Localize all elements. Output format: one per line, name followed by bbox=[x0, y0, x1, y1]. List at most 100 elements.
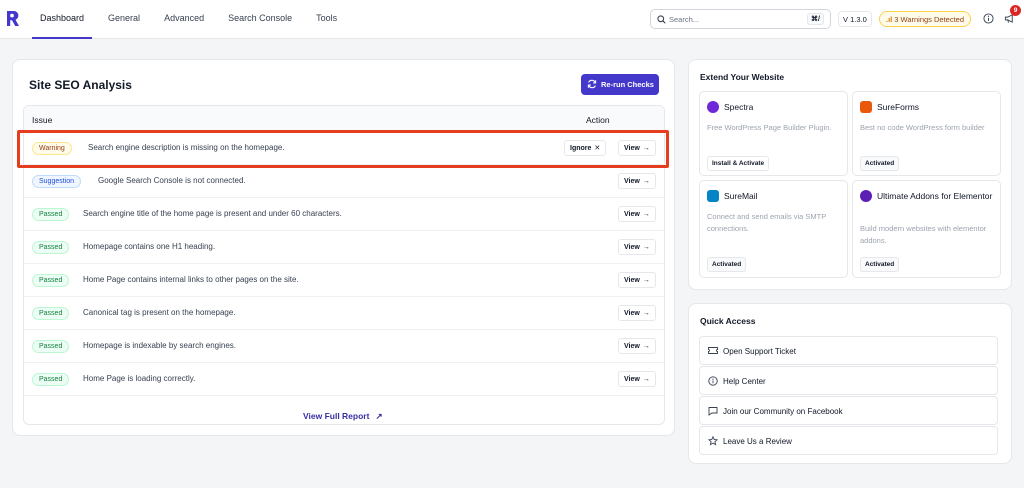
chat-bubble-icon bbox=[708, 407, 718, 416]
status-badge: Passed bbox=[32, 340, 70, 353]
table-row: Passed Search engine title of the home p… bbox=[24, 198, 664, 231]
plugin-card-sureforms: SureForms Best no code WordPress form bu… bbox=[852, 91, 1001, 176]
table-row: Passed Home Page is loading correctly. V… bbox=[24, 363, 664, 396]
view-label: View bbox=[624, 211, 640, 218]
extend-website-title: Extend Your Website bbox=[700, 72, 785, 82]
top-navigation-bar: Dashboard General Advanced Search Consol… bbox=[0, 0, 1024, 39]
search-box[interactable]: ⌘/ bbox=[650, 9, 831, 29]
issue-text: Home Page contains internal links to oth… bbox=[83, 275, 299, 284]
tab-dashboard[interactable]: Dashboard bbox=[32, 0, 93, 39]
plugin-description: Connect and send emails via SMTP connect… bbox=[707, 212, 827, 233]
leave-review-link[interactable]: Leave Us a Review bbox=[699, 426, 998, 455]
site-seo-analysis-card: Site SEO Analysis Re-run Checks Issue Ac… bbox=[12, 59, 675, 436]
view-label: View bbox=[624, 310, 640, 317]
tab-search-console[interactable]: Search Console bbox=[220, 0, 300, 39]
tab-general[interactable]: General bbox=[100, 0, 148, 39]
arrow-right-icon: → bbox=[642, 376, 650, 383]
view-button[interactable]: View → bbox=[618, 239, 656, 255]
open-support-ticket-link[interactable]: Open Support Ticket bbox=[699, 336, 998, 365]
issue-text: Search engine title of the home page is … bbox=[83, 209, 342, 218]
plugin-name: SureMail bbox=[724, 191, 758, 201]
quick-access-label: Leave Us a Review bbox=[723, 437, 792, 446]
quick-access-card: Quick Access Open Support Ticket Help Ce… bbox=[688, 303, 1012, 464]
plugin-name: Spectra bbox=[724, 102, 754, 112]
plugin-card-suremail: SureMail Connect and send emails via SMT… bbox=[699, 180, 848, 278]
table-row: Passed Home Page contains internal links… bbox=[24, 264, 664, 297]
status-badge: Passed bbox=[32, 241, 70, 254]
table-row: Passed Canonical tag is present on the h… bbox=[24, 297, 664, 330]
view-button[interactable]: View → bbox=[618, 173, 656, 189]
highlight-box bbox=[17, 130, 669, 168]
status-badge: Passed bbox=[32, 274, 70, 287]
view-label: View bbox=[624, 244, 640, 251]
plugin-description: Free WordPress Page Builder Plugin. bbox=[707, 123, 832, 132]
rerun-checks-label: Re-run Checks bbox=[601, 80, 654, 89]
quick-access-label: Join our Community on Facebook bbox=[723, 407, 843, 416]
status-badge: Passed bbox=[32, 373, 70, 386]
search-input[interactable] bbox=[669, 12, 789, 26]
search-icon bbox=[657, 15, 666, 24]
activated-status: Activated bbox=[860, 156, 900, 171]
star-icon bbox=[708, 436, 718, 446]
sureforms-icon bbox=[860, 101, 872, 113]
install-activate-button[interactable]: Install & Activate bbox=[707, 156, 770, 171]
view-button[interactable]: View → bbox=[618, 206, 656, 222]
view-button[interactable]: View → bbox=[618, 371, 656, 387]
help-center-link[interactable]: Help Center bbox=[699, 366, 998, 395]
arrow-right-icon: → bbox=[642, 211, 650, 218]
view-button[interactable]: View → bbox=[618, 338, 656, 354]
community-facebook-link[interactable]: Join our Community on Facebook bbox=[699, 396, 998, 425]
extend-website-card: Extend Your Website Spectra Free WordPre… bbox=[688, 59, 1012, 290]
refresh-icon bbox=[587, 79, 597, 89]
view-label: View bbox=[624, 178, 640, 185]
page-title: Site SEO Analysis bbox=[29, 78, 132, 92]
view-label: View bbox=[624, 376, 640, 383]
issue-text: Homepage contains one H1 heading. bbox=[83, 242, 216, 251]
issue-text: Homepage is indexable by search engines. bbox=[83, 341, 236, 350]
quick-access-label: Open Support Ticket bbox=[723, 347, 796, 356]
column-header-issue: Issue bbox=[32, 115, 53, 125]
suremail-icon bbox=[707, 190, 719, 202]
activated-status: Activated bbox=[707, 257, 747, 272]
plugin-description: Build modern websites with elementor add… bbox=[860, 224, 987, 245]
view-button[interactable]: View → bbox=[618, 272, 656, 288]
arrow-right-icon: → bbox=[642, 310, 650, 317]
table-row: Passed Homepage is indexable by search e… bbox=[24, 330, 664, 363]
view-full-report-label: View Full Report bbox=[303, 411, 370, 421]
plugin-name: SureForms bbox=[877, 102, 920, 112]
info-icon[interactable] bbox=[983, 13, 994, 24]
view-label: View bbox=[624, 277, 640, 284]
view-button[interactable]: View → bbox=[618, 305, 656, 321]
tab-advanced[interactable]: Advanced bbox=[156, 0, 212, 39]
help-circle-icon bbox=[708, 376, 718, 386]
notification-count-badge: 9 bbox=[1010, 5, 1021, 16]
issue-text: Home Page is loading correctly. bbox=[83, 374, 196, 383]
plugin-description: Best no code WordPress form builder bbox=[860, 123, 985, 132]
tab-tools[interactable]: Tools bbox=[308, 0, 345, 39]
rerun-checks-button[interactable]: Re-run Checks bbox=[581, 74, 659, 95]
search-shortcut: ⌘/ bbox=[807, 13, 824, 25]
spectra-icon bbox=[707, 101, 719, 113]
app-logo-icon bbox=[7, 11, 19, 26]
ticket-icon bbox=[708, 347, 718, 354]
external-arrow-icon: ↗ bbox=[375, 411, 383, 421]
arrow-right-icon: → bbox=[642, 277, 650, 284]
plugin-card-uae: Ultimate Addons for Elementor Build mode… bbox=[852, 180, 1001, 278]
issue-text: Canonical tag is present on the homepage… bbox=[83, 308, 236, 317]
uae-icon bbox=[860, 190, 872, 202]
signal-bars-icon: .ıl bbox=[886, 15, 893, 24]
arrow-right-icon: → bbox=[642, 343, 650, 350]
warnings-label: 3 Warnings Detected bbox=[894, 15, 965, 24]
status-badge: Passed bbox=[32, 307, 70, 320]
view-label: View bbox=[624, 343, 640, 350]
table-row: Suggestion Google Search Console is not … bbox=[24, 165, 664, 198]
status-badge: Passed bbox=[32, 208, 70, 221]
view-full-report-link[interactable]: View Full Report ↗ bbox=[303, 411, 383, 422]
plugin-name: Ultimate Addons for Elementor bbox=[877, 191, 993, 201]
warnings-badge[interactable]: .ıl 3 Warnings Detected bbox=[879, 11, 971, 27]
table-header: Issue Action bbox=[24, 106, 664, 132]
table-row: Passed Homepage contains one H1 heading.… bbox=[24, 231, 664, 264]
issue-text: Google Search Console is not connected. bbox=[98, 176, 246, 185]
version-badge: V 1.3.0 bbox=[838, 11, 872, 27]
activated-status: Activated bbox=[860, 257, 900, 272]
